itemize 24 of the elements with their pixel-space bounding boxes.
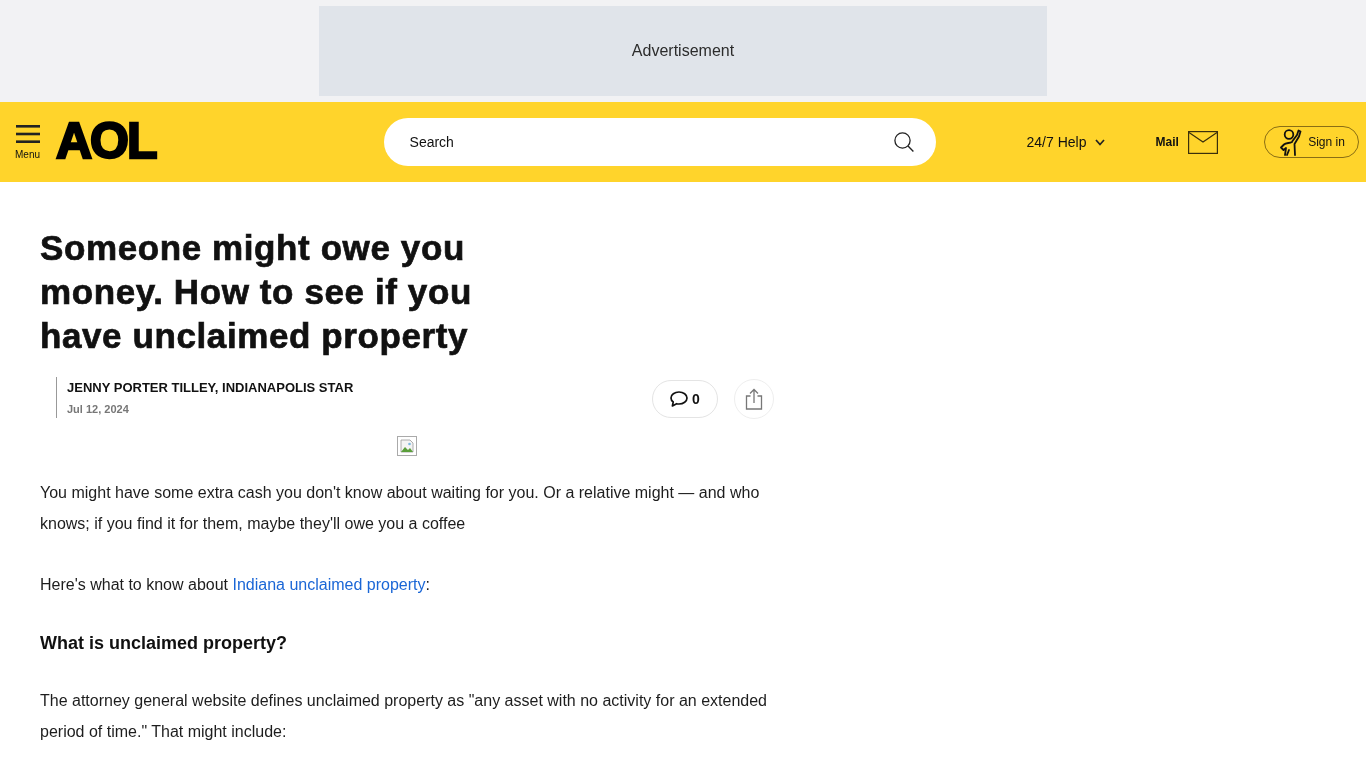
share-button[interactable] — [734, 379, 774, 419]
menu-button[interactable]: Menu — [15, 124, 40, 160]
search-field[interactable]: Search — [383, 118, 936, 166]
chevron-down-icon — [1095, 138, 1106, 146]
section-heading: What is unclaimed property? — [40, 632, 289, 655]
author-name: JENNY PORTER TILLEY, INDIANAPOLIS STAR — [67, 380, 354, 396]
mail-button[interactable]: Mail — [1155, 130, 1218, 154]
text-link[interactable]: Indiana unclaimed property — [232, 576, 426, 593]
advertisement-label: Advertisement — [631, 42, 735, 60]
speech-bubble-icon — [670, 391, 689, 407]
publish-date: Jul 12, 2024 — [67, 402, 130, 416]
waving-person-icon — [1278, 128, 1303, 156]
help-menu-button[interactable]: 24/7 Help — [1026, 134, 1106, 150]
menu-icon — [15, 124, 40, 143]
site-logo[interactable]: AOL — [56, 115, 156, 166]
paragraph: Here's what to know about Indiana unclaimed property: — [40, 575, 431, 595]
envelope-icon — [1187, 130, 1218, 154]
comments-button[interactable]: 0 — [652, 380, 718, 418]
broken-image-icon — [397, 436, 417, 456]
article-title: Someone might owe you money. How to see if you have unclaimed property — [40, 227, 473, 357]
paragraph: The attorney general website defines unclaimed property as "any asset with no activity for an extended period of time." That might include: — [40, 691, 768, 742]
share-icon — [745, 388, 763, 410]
paragraph: You might have some extra cash you don't know about waiting for you. Or a relative might — and who knows; if you find it for them, maybe they'll owe you a coffee — [40, 483, 761, 534]
search-icon[interactable] — [893, 132, 914, 152]
